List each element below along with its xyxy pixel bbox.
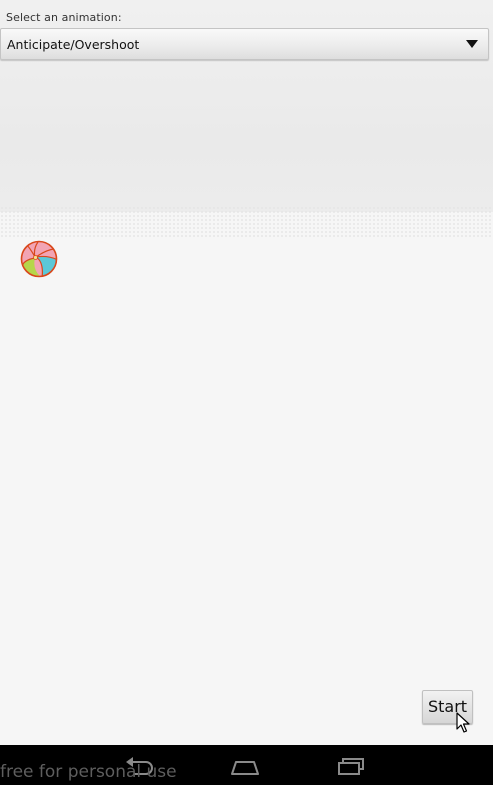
recent-apps-icon[interactable] [335, 756, 367, 776]
panel-fade-divider [0, 206, 493, 238]
watermark-text: free for personal use [0, 762, 177, 782]
home-icon[interactable] [229, 756, 261, 776]
mouse-cursor-icon [456, 712, 470, 733]
select-animation-label: Select an animation: [6, 11, 122, 24]
beach-ball-icon [20, 240, 58, 278]
dropdown-arrow-icon [466, 40, 478, 48]
system-navigation-bar: free for personal use [0, 745, 493, 785]
spinner-selected-value: Anticipate/Overshoot [7, 37, 140, 52]
animation-spinner[interactable]: Anticipate/Overshoot [0, 28, 489, 60]
